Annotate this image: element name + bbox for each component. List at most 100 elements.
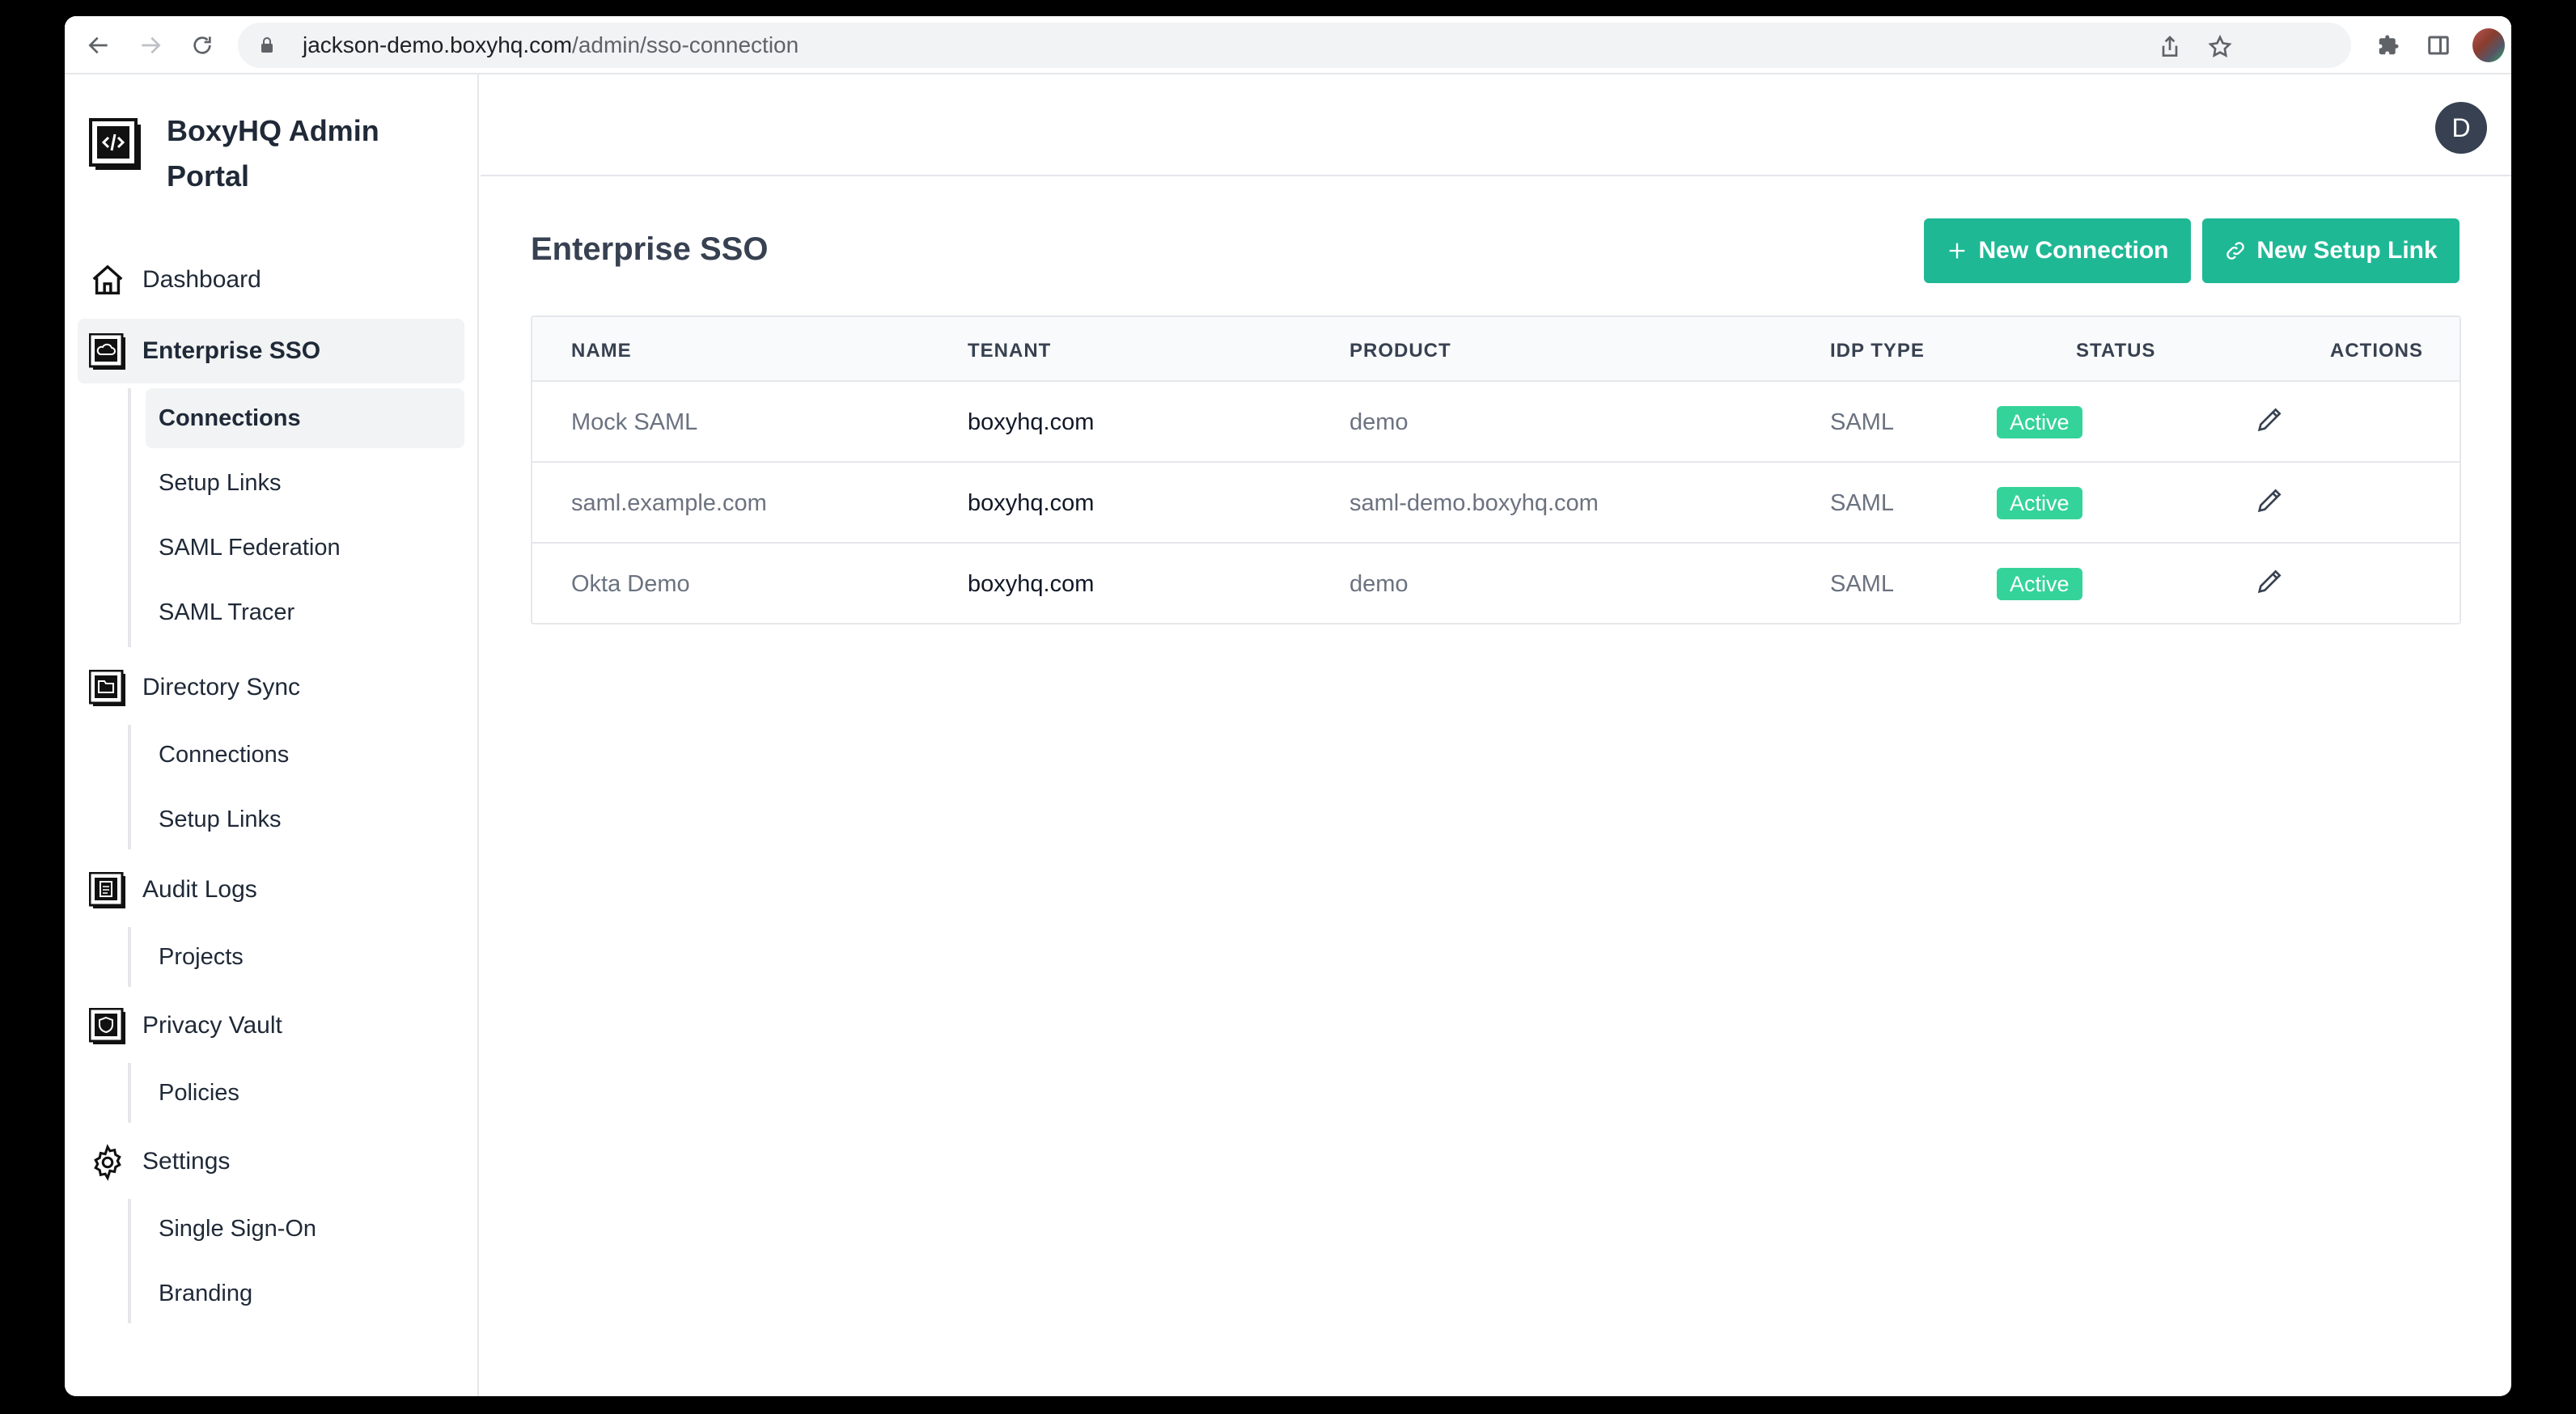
sidebar-item-label: Single Sign-On [159,1215,317,1242]
column-header-status: STATUS [2076,340,2156,362]
brand-name: BoxyHQ Admin Portal [167,114,379,193]
user-avatar[interactable]: D [2435,102,2487,154]
settings-subnav-line [128,1199,131,1323]
column-header-name: NAME [571,340,632,362]
status-badge: Active [1997,406,2082,438]
sidebar-item-label: Projects [159,943,244,970]
column-header-product: PRODUCT [1349,340,1451,362]
sidebar-item-dashboard[interactable]: Dashboard [78,248,464,312]
sidebar-item-label: Dashboard [142,266,261,293]
cell-idp-type: SAML [1830,409,1894,435]
sso-subnav-line [128,388,131,647]
new-setup-link-label: New Setup Link [2256,237,2438,264]
back-icon[interactable] [83,29,115,61]
sidebar-item-label: Enterprise SSO [142,337,321,364]
sidebar: BoxyHQ Admin Portal Dashboard Enterprise… [65,74,479,1396]
sidebar-item-label: Connections [159,741,290,768]
brand-logo-icon [89,118,141,170]
dsync-subnav-line [128,725,131,849]
cell-name: Mock SAML [571,409,698,435]
column-header-tenant: TENANT [968,340,1052,362]
sidebar-item-dsync-setup-links[interactable]: Setup Links [146,790,464,849]
edit-icon[interactable] [2254,484,2286,516]
sidebar-item-privacy-vault[interactable]: Privacy Vault [78,993,464,1058]
reload-icon[interactable] [186,29,218,61]
sidebar-item-dsync-connections[interactable]: Connections [146,725,464,785]
url-host: jackson-demo.boxyhq.com [303,32,573,57]
table-row: saml.example.com boxyhq.com saml-demo.bo… [532,461,2459,542]
sidebar-item-settings[interactable]: Settings [78,1129,464,1194]
link-icon [2226,242,2245,260]
url-path: /admin/sso-connection [572,32,799,57]
cell-idp-type: SAML [1830,571,1894,597]
cell-tenant: boxyhq.com [968,409,1095,435]
table-row: Mock SAML boxyhq.com demo SAML Active [532,380,2459,461]
cloud-icon [89,333,125,370]
audit-subnav-line [128,927,131,987]
cell-product: saml-demo.boxyhq.com [1349,490,1599,516]
sidebar-item-label: Settings [142,1148,231,1175]
shield-icon [89,1008,125,1044]
sidebar-item-enterprise-sso[interactable]: Enterprise SSO [78,319,464,383]
share-icon[interactable] [2157,34,2183,60]
sidebar-item-label: Setup Links [159,469,282,496]
sidebar-item-label: SAML Tracer [159,599,295,625]
folder-icon [89,670,125,706]
cell-name: saml.example.com [571,490,767,516]
extensions-icon[interactable] [2372,29,2404,61]
cell-idp-type: SAML [1830,490,1894,516]
star-icon[interactable] [2207,34,2233,60]
cell-product: demo [1349,409,1409,435]
sidebar-item-sso-connections[interactable]: Connections [146,388,464,448]
browser-toolbar: jackson-demo.boxyhq.com/admin/sso-connec… [65,16,2511,74]
edit-icon[interactable] [2254,565,2286,597]
sidebar-item-label: Connections [159,404,301,431]
home-icon [92,265,123,295]
sidebar-item-policies[interactable]: Policies [146,1063,464,1123]
status-badge: Active [1997,568,2082,600]
sidebar-item-label: Setup Links [159,806,282,832]
table-row: Okta Demo boxyhq.com demo SAML Active [532,542,2459,623]
cell-tenant: boxyhq.com [968,571,1095,597]
status-badge: Active [1997,487,2082,519]
address-bar[interactable]: jackson-demo.boxyhq.com/admin/sso-connec… [238,23,2351,68]
clipboard-icon [89,872,125,908]
sidebar-item-label: Audit Logs [142,876,257,903]
top-bar: D [481,74,2511,176]
sidebar-item-directory-sync[interactable]: Directory Sync [78,655,464,720]
lock-icon [261,37,273,53]
page-title: Enterprise SSO [531,231,769,267]
new-connection-label: New Connection [1978,237,2169,264]
sidebar-item-saml-tracer[interactable]: SAML Tracer [146,582,464,642]
sidebar-item-single-sign-on[interactable]: Single Sign-On [146,1199,464,1259]
sidebar-item-sso-setup-links[interactable]: Setup Links [146,453,464,513]
new-setup-link-button[interactable]: New Setup Link [2202,218,2459,283]
forward-icon[interactable] [134,29,167,61]
edit-icon[interactable] [2254,403,2286,435]
new-connection-button[interactable]: New Connection [1924,218,2191,283]
sidebar-item-label: SAML Federation [159,534,341,561]
sidebar-item-projects[interactable]: Projects [146,927,464,987]
cell-product: demo [1349,571,1409,597]
cell-name: Okta Demo [571,571,690,597]
sidebar-item-label: Policies [159,1079,239,1106]
sidepanel-icon[interactable] [2422,29,2455,61]
gear-icon [94,1144,121,1181]
profile-avatar[interactable] [2472,28,2505,62]
brand[interactable]: BoxyHQ Admin Portal [89,108,409,199]
sidebar-item-label: Directory Sync [142,674,301,701]
plus-icon [1950,243,1965,259]
browser-window: jackson-demo.boxyhq.com/admin/sso-connec… [65,16,2511,1396]
sidebar-item-branding[interactable]: Branding [146,1264,464,1323]
sidebar-item-label: Branding [159,1280,253,1306]
sidebar-item-audit-logs[interactable]: Audit Logs [78,857,464,922]
table-header: NAME TENANT PRODUCT IDP TYPE STATUS ACTI… [532,317,2459,380]
cell-tenant: boxyhq.com [968,490,1095,516]
column-header-idp-type: IDP TYPE [1830,340,1925,362]
sidebar-item-label: Privacy Vault [142,1012,282,1039]
vault-subnav-line [128,1063,131,1123]
connections-table: NAME TENANT PRODUCT IDP TYPE STATUS ACTI… [531,315,2461,624]
column-header-actions: ACTIONS [2330,340,2423,362]
sidebar-item-saml-federation[interactable]: SAML Federation [146,518,464,578]
url-text: jackson-demo.boxyhq.com/admin/sso-connec… [303,34,799,57]
